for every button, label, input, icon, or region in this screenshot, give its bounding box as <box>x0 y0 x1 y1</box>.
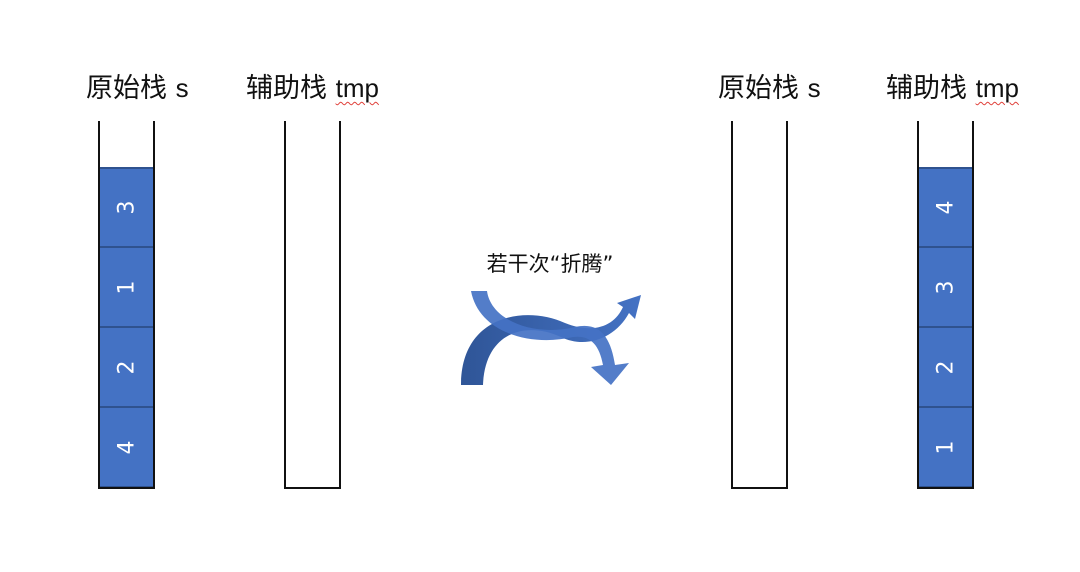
stack-cell: 2 <box>100 327 153 407</box>
stack-cell: 2 <box>919 327 972 407</box>
label-left-original-stack: 原始栈 s <box>86 66 189 106</box>
cell-value: 4 <box>933 200 958 215</box>
stack-cell: 3 <box>919 247 972 327</box>
cell-value: 2 <box>114 360 139 374</box>
stack-name: 原始栈 <box>86 73 167 104</box>
stack-var: tmp <box>975 73 1019 103</box>
cell-value: 4 <box>114 440 139 454</box>
cell-value: 3 <box>114 200 139 215</box>
stack-var: s <box>175 73 189 103</box>
stack-cell: 3 <box>100 167 153 247</box>
stack-name: 辅助栈 <box>246 73 327 104</box>
cell-value: 1 <box>114 280 139 294</box>
label-left-temp-stack: 辅助栈 tmp <box>246 66 379 106</box>
stack-name: 原始栈 <box>718 73 799 104</box>
stack-cell: 4 <box>919 167 972 247</box>
stack-var: tmp <box>335 73 379 103</box>
label-right-original-stack: 原始栈 s <box>718 66 821 106</box>
cell-value: 3 <box>933 280 958 294</box>
left-temp-stack <box>284 121 341 489</box>
cell-value: 1 <box>933 440 958 454</box>
cell-value: 2 <box>933 360 958 374</box>
right-original-stack <box>731 121 788 489</box>
stack-cell: 1 <box>100 247 153 327</box>
stack-cell: 4 <box>100 407 153 487</box>
left-original-stack: 3 1 2 4 <box>98 121 155 489</box>
stack-name: 辅助栈 <box>886 73 967 104</box>
curved-swap-arrows-icon <box>461 291 641 385</box>
transition-caption: 若干次“折腾” <box>486 252 614 276</box>
stack-cell: 1 <box>919 407 972 487</box>
stack-var: s <box>807 73 821 103</box>
label-right-temp-stack: 辅助栈 tmp <box>886 66 1019 106</box>
right-temp-stack: 4 3 2 1 <box>917 121 974 489</box>
